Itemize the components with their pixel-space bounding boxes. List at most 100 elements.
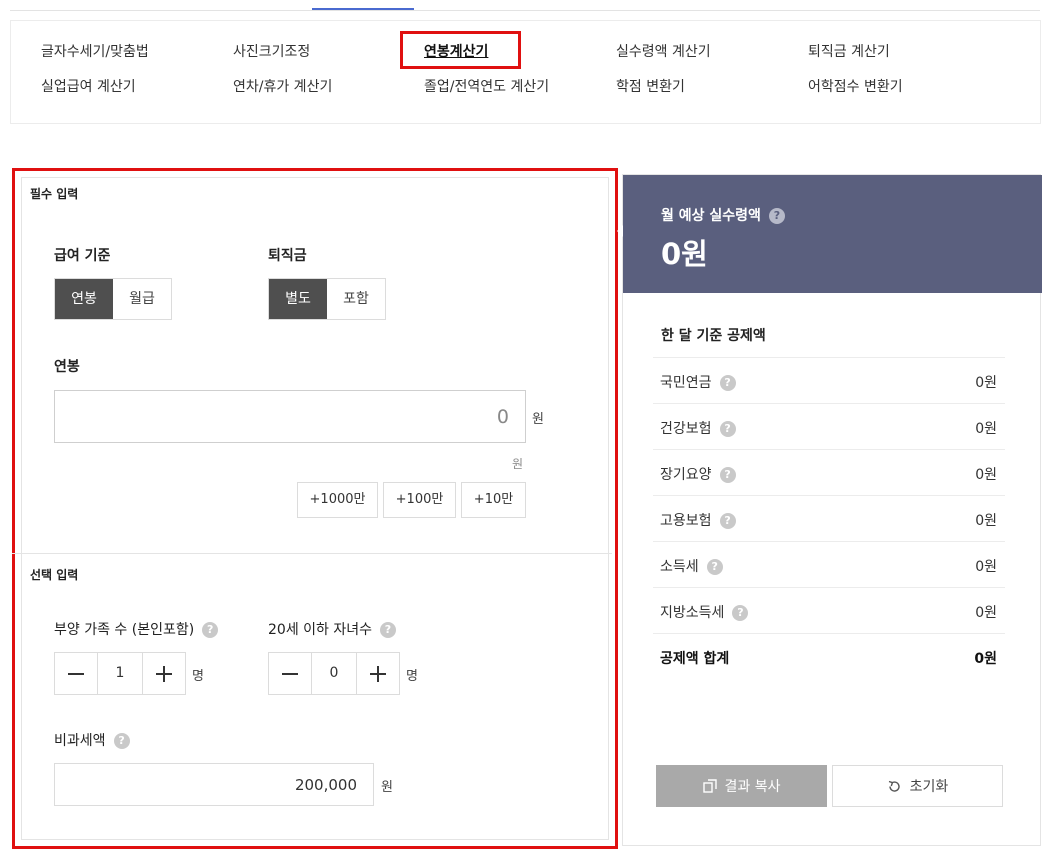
deduction-name: 건강보험? <box>660 418 736 438</box>
deduction-name-text: 소득세 <box>660 559 699 575</box>
add-10m-button[interactable]: +1000만 <box>297 482 378 518</box>
top-rule <box>10 10 1040 11</box>
nav-item-gpa-converter[interactable]: 학점 변환기 <box>616 76 685 96</box>
severance-separate-option[interactable]: 별도 <box>269 279 327 319</box>
dependents-stepper: 1 <box>54 652 186 695</box>
deduction-amount: 0원 <box>975 559 997 575</box>
nontax-unit: 원 <box>381 780 393 795</box>
nav-item-unemployment-calculator[interactable]: 실업급여 계산기 <box>41 76 136 96</box>
children-increment-button[interactable] <box>357 653 399 694</box>
children-stepper: 0 <box>268 652 400 695</box>
reset-icon <box>887 779 902 794</box>
children-unit: 명 <box>406 669 418 684</box>
panel-notch <box>617 225 623 237</box>
calculator-nav: 글자수세기/맞춤법 사진크기조정 연봉계산기 실수령액 계산기 퇴직금 계산기 … <box>10 20 1041 124</box>
nav-item-language-score-converter[interactable]: 어학점수 변환기 <box>808 76 903 96</box>
net-pay-label: 월 예상 실수령액? <box>661 205 785 225</box>
deduction-name: 지방소득세? <box>660 602 749 622</box>
deduction-row-income-tax: 소득세? 0원 <box>653 541 1005 587</box>
deduction-name: 국민연금? <box>660 372 736 392</box>
help-icon[interactable]: ? <box>719 513 736 529</box>
pay-basis-label: 급여 기준 <box>54 248 111 264</box>
dependents-increment-button[interactable] <box>143 653 185 694</box>
severance-toggle: 별도 포함 <box>268 278 386 320</box>
optional-section-title: 선택 입력 <box>30 568 79 582</box>
pay-basis-annual-option[interactable]: 연봉 <box>55 279 113 319</box>
plus-icon <box>156 665 172 682</box>
deduction-row-total: 공제액 합계 0원 <box>653 633 1005 679</box>
minus-icon <box>68 672 84 675</box>
severance-included-option[interactable]: 포함 <box>327 279 385 319</box>
required-section-title: 필수 입력 <box>30 187 79 201</box>
section-divider <box>12 553 612 554</box>
deduction-row-employment-insurance: 고용보험? 0원 <box>653 495 1005 541</box>
deduction-row-local-income-tax: 지방소득세? 0원 <box>653 587 1005 633</box>
net-pay-amount: 0원 <box>661 237 708 271</box>
salary-label: 연봉 <box>54 359 80 375</box>
deduction-name-text: 지방소득세 <box>660 605 725 621</box>
nav-item-graduation-year-calculator[interactable]: 졸업/전역연도 계산기 <box>424 76 549 96</box>
result-panel: 월 예상 실수령액? 0원 한 달 기준 공제액 국민연금? 0원 건강보험? … <box>617 174 1042 846</box>
plus-icon <box>370 665 386 682</box>
pay-basis-monthly-option[interactable]: 월급 <box>113 279 171 319</box>
salary-unit: 원 <box>532 412 544 427</box>
help-icon[interactable]: ? <box>719 375 736 391</box>
deduction-total-name: 공제액 합계 <box>660 651 730 667</box>
help-icon[interactable]: ? <box>719 467 736 483</box>
help-icon[interactable]: ? <box>732 605 749 621</box>
severance-label: 퇴직금 <box>268 248 307 264</box>
minus-icon <box>282 672 298 675</box>
deduction-name-text: 국민연금 <box>660 375 712 391</box>
net-pay-summary: 월 예상 실수령액? 0원 <box>623 175 1042 293</box>
nav-item-leave-calculator[interactable]: 연차/휴가 계산기 <box>233 76 332 96</box>
nav-item-severance-calculator[interactable]: 퇴직금 계산기 <box>808 41 890 61</box>
deduction-amount: 0원 <box>975 375 997 391</box>
deduction-amount: 0원 <box>975 421 997 437</box>
dependents-decrement-button[interactable] <box>55 653 97 694</box>
copy-result-label: 결과 복사 <box>724 779 781 795</box>
children-value[interactable]: 0 <box>311 653 357 694</box>
deduction-name-text: 고용보험 <box>660 513 712 529</box>
deduction-name: 소득세? <box>660 556 723 576</box>
salary-input[interactable] <box>54 390 526 443</box>
deduction-row-national-pension: 국민연금? 0원 <box>653 357 1005 403</box>
nav-item-photo-resize[interactable]: 사진크기조정 <box>233 41 310 61</box>
deduction-row-long-term-care: 장기요양? 0원 <box>653 449 1005 495</box>
dependents-unit: 명 <box>192 669 204 684</box>
reset-label: 초기화 <box>909 779 949 795</box>
help-icon[interactable]: ? <box>380 622 396 638</box>
deduction-amount: 0원 <box>975 467 997 483</box>
nontax-input[interactable] <box>54 763 374 806</box>
deduction-title: 한 달 기준 공제액 <box>661 328 766 344</box>
children-label: 20세 이하 자녀수? <box>268 619 396 639</box>
deduction-amount: 0원 <box>975 513 997 529</box>
deduction-name: 장기요양? <box>660 464 736 484</box>
help-icon[interactable]: ? <box>719 421 736 437</box>
net-pay-label-text: 월 예상 실수령액 <box>661 208 761 224</box>
reset-button[interactable]: 초기화 <box>832 765 1003 807</box>
dependents-value[interactable]: 1 <box>97 653 143 694</box>
deduction-name-text: 장기요양 <box>660 467 712 483</box>
deduction-name: 고용보험? <box>660 510 736 530</box>
children-decrement-button[interactable] <box>269 653 311 694</box>
help-icon[interactable]: ? <box>202 622 219 638</box>
help-icon[interactable]: ? <box>706 559 723 575</box>
copy-result-button[interactable]: 결과 복사 <box>656 765 827 807</box>
add-1m-button[interactable]: +100만 <box>383 482 456 518</box>
deduction-amount: 0원 <box>975 605 997 621</box>
copy-icon <box>702 779 717 793</box>
deduction-row-health-insurance: 건강보험? 0원 <box>653 403 1005 449</box>
nav-highlight-box <box>400 31 521 69</box>
nontax-label-text: 비과세액 <box>54 733 106 749</box>
help-icon[interactable]: ? <box>113 733 130 749</box>
help-icon[interactable]: ? <box>768 208 785 224</box>
deduction-total-amount: 0원 <box>974 651 997 667</box>
nav-item-char-count[interactable]: 글자수세기/맞춤법 <box>41 41 149 61</box>
tab-indicator <box>312 8 414 10</box>
nontax-label: 비과세액? <box>54 730 130 750</box>
add-100k-button[interactable]: +10만 <box>461 482 526 518</box>
dependents-label-text: 부양 가족 수 (본인포함) <box>54 622 195 638</box>
deduction-name-text: 건강보험 <box>660 421 712 437</box>
salary-hint: 원 <box>512 457 524 471</box>
nav-item-net-pay-calculator[interactable]: 실수령액 계산기 <box>616 41 711 61</box>
